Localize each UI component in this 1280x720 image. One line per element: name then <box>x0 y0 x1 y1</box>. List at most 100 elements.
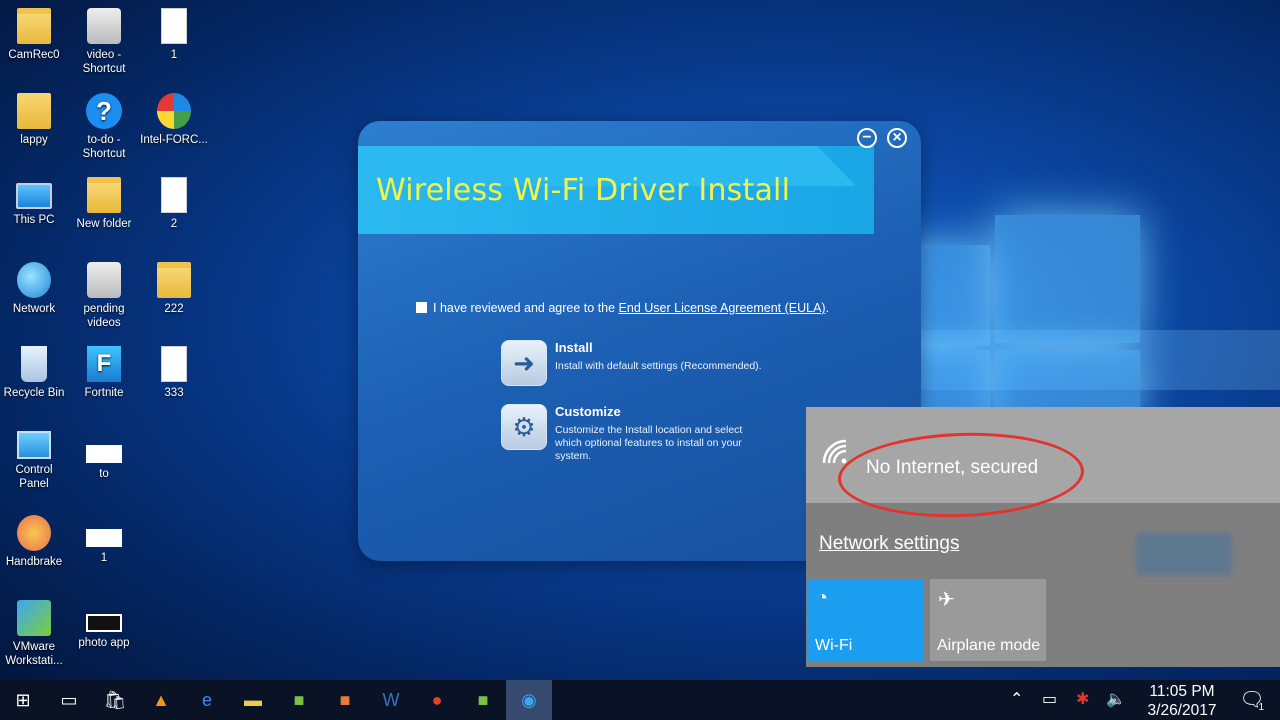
office-icon[interactable]: ■ <box>322 680 368 720</box>
close-button[interactable]: × <box>887 128 907 148</box>
blank-file-icon <box>86 529 122 547</box>
battery-icon[interactable]: ▭ <box>1042 680 1057 720</box>
desktop-icon-label: New folder <box>76 218 132 230</box>
document-icon <box>161 8 187 44</box>
wifi-tile[interactable]: ◔ Wi-Fi <box>808 579 924 661</box>
desktop-icon[interactable]: Recycle Bin <box>0 346 71 400</box>
install-option[interactable]: ➜ Install Install with default settings … <box>501 340 821 390</box>
clock-time: 11:05 PM <box>1149 683 1215 700</box>
edge-icon[interactable]: e <box>184 680 230 720</box>
desktop-icon-label: lappy <box>20 133 48 146</box>
desktop-icon[interactable]: pending videos <box>67 261 141 330</box>
desktop-icon-label: 222 <box>164 302 184 315</box>
fortnite-icon: F <box>87 346 121 382</box>
help-shortcut-icon: ? <box>86 92 122 129</box>
customize-title[interactable]: Customize <box>555 404 621 419</box>
desktop-icon-label: Intel-FORC... <box>140 133 208 146</box>
desktop-icon-label: CamRec0 <box>8 49 60 61</box>
desktop-icon[interactable]: 1 <box>137 8 211 62</box>
airplane-mode-tile[interactable]: ✈ Airplane mode <box>930 579 1046 661</box>
desktop-icon-label: 2 <box>170 218 178 230</box>
clock-date: 3/26/2017 <box>1147 702 1217 719</box>
folder-icon <box>87 177 121 213</box>
desktop-icon[interactable]: to <box>67 431 141 481</box>
chrome-icon[interactable]: ● <box>414 680 460 720</box>
desktop-icon[interactable]: F Fortnite <box>67 346 141 400</box>
camtasia-recorder-icon[interactable]: ■ <box>460 680 506 720</box>
action-center-icon[interactable]: 🗨 1 <box>1238 686 1266 714</box>
wifi-installer-icon[interactable]: ◉ <box>506 680 552 720</box>
desktop-icon[interactable]: 2 <box>137 177 211 231</box>
customize-description: Customize the Install location and selec… <box>555 424 743 462</box>
desktop-icon-label: Recycle Bin <box>3 387 65 399</box>
airplane-icon: ✈ <box>938 589 955 611</box>
desktop-icon-label: Network <box>12 302 56 315</box>
vlc-icon[interactable]: ▲ <box>138 680 184 720</box>
folder-icon <box>17 8 51 44</box>
start-icon[interactable]: ⊞ <box>0 680 46 720</box>
eula-checkbox[interactable] <box>416 302 427 313</box>
show-hidden-icons-chevron[interactable]: ⌃ <box>1010 680 1023 720</box>
desktop-icon-label: 1 <box>100 552 108 564</box>
airplane-mode-label: Airplane mode <box>937 637 1041 654</box>
desktop-icon[interactable]: photo app <box>67 600 141 650</box>
install-description: Install with default settings (Recommend… <box>555 360 762 372</box>
media-folder-icon <box>87 261 121 298</box>
wifi-icon: ◔ <box>816 587 829 609</box>
eula-link[interactable]: End User License Agreement (EULA) <box>619 301 826 315</box>
desktop-icon[interactable]: This PC <box>0 177 71 227</box>
desktop-icon-label: 1 <box>170 49 178 61</box>
desktop-icon[interactable]: lappy <box>0 92 71 147</box>
blurred-button <box>1136 533 1232 575</box>
wifi-tile-label: Wi-Fi <box>815 637 853 654</box>
clock[interactable]: 11:05 PM 3/26/2017 <box>1140 682 1224 720</box>
desktop-icon-label: video - Shortcut <box>82 49 126 75</box>
minimize-button[interactable]: − <box>857 128 877 148</box>
document-icon <box>161 346 187 382</box>
store-icon[interactable]: 🛍 <box>92 680 138 720</box>
taskbar: ⊞ ▭ 🛍 ▲ e ▬ ■ ■ W ● ■ ◉ ⌃ ▭ ✱ 🔈 11:05 PM… <box>0 680 1280 720</box>
network-settings-link[interactable]: Network settings <box>819 533 959 555</box>
desktop-icon-label: pending videos <box>83 302 125 329</box>
desktop-icon[interactable]: New folder <box>67 177 141 231</box>
file-explorer-icon[interactable]: ▬ <box>230 680 276 720</box>
intel-icon <box>157 92 191 129</box>
install-title[interactable]: Install <box>555 340 593 355</box>
eula-text: I have reviewed and agree to the <box>433 301 619 315</box>
photo-app-icon <box>86 613 122 632</box>
desktop-icon[interactable]: CamRec0 <box>0 8 71 62</box>
eula-end: . <box>825 301 830 315</box>
camera-shortcut-icon <box>87 8 121 44</box>
customize-option[interactable]: ⚙ Customize Customize the Install locati… <box>501 404 821 468</box>
network-flyout: No Internet, secured Network settings ◔ … <box>806 407 1280 667</box>
vmware-icon <box>17 599 51 636</box>
computer-icon <box>16 183 52 209</box>
desktop-icon[interactable]: video - Shortcut <box>67 8 141 76</box>
desktop-icon[interactable]: Network <box>0 261 71 316</box>
desktop-icon-label: to-do - Shortcut <box>82 133 126 160</box>
recycle-bin-icon <box>21 346 47 382</box>
document-icon <box>161 177 187 213</box>
control-panel-icon <box>17 430 51 459</box>
network-alert-icon[interactable]: ✱ <box>1076 680 1089 720</box>
word-icon[interactable]: W <box>368 680 414 720</box>
desktop-icon[interactable]: Control Panel <box>0 430 71 491</box>
desktop-icon[interactable]: ? to-do - Shortcut <box>67 92 141 161</box>
camtasia-icon[interactable]: ■ <box>276 680 322 720</box>
install-disc-icon[interactable]: ➜ <box>501 340 547 386</box>
desktop-icon[interactable]: 1 <box>67 515 141 565</box>
blank-file-icon <box>86 444 122 463</box>
desktop-icon[interactable]: Handbrake <box>0 515 71 569</box>
desktop-icon-label: 333 <box>164 387 184 399</box>
desktop-icon[interactable]: 222 <box>137 261 211 316</box>
desktop-icon[interactable]: VMware Workstati... <box>0 599 71 668</box>
eula-row: I have reviewed and agree to the End Use… <box>416 301 829 315</box>
gears-icon[interactable]: ⚙ <box>501 404 547 450</box>
handbrake-icon <box>17 515 51 551</box>
desktop-icon-label: to <box>99 467 109 480</box>
desktop-icon-label: photo app <box>78 636 130 649</box>
desktop-icon[interactable]: Intel-FORC... <box>137 92 211 147</box>
desktop-icon[interactable]: 333 <box>137 346 211 400</box>
task-view-icon[interactable]: ▭ <box>46 680 92 720</box>
volume-icon[interactable]: 🔈 <box>1106 680 1126 720</box>
